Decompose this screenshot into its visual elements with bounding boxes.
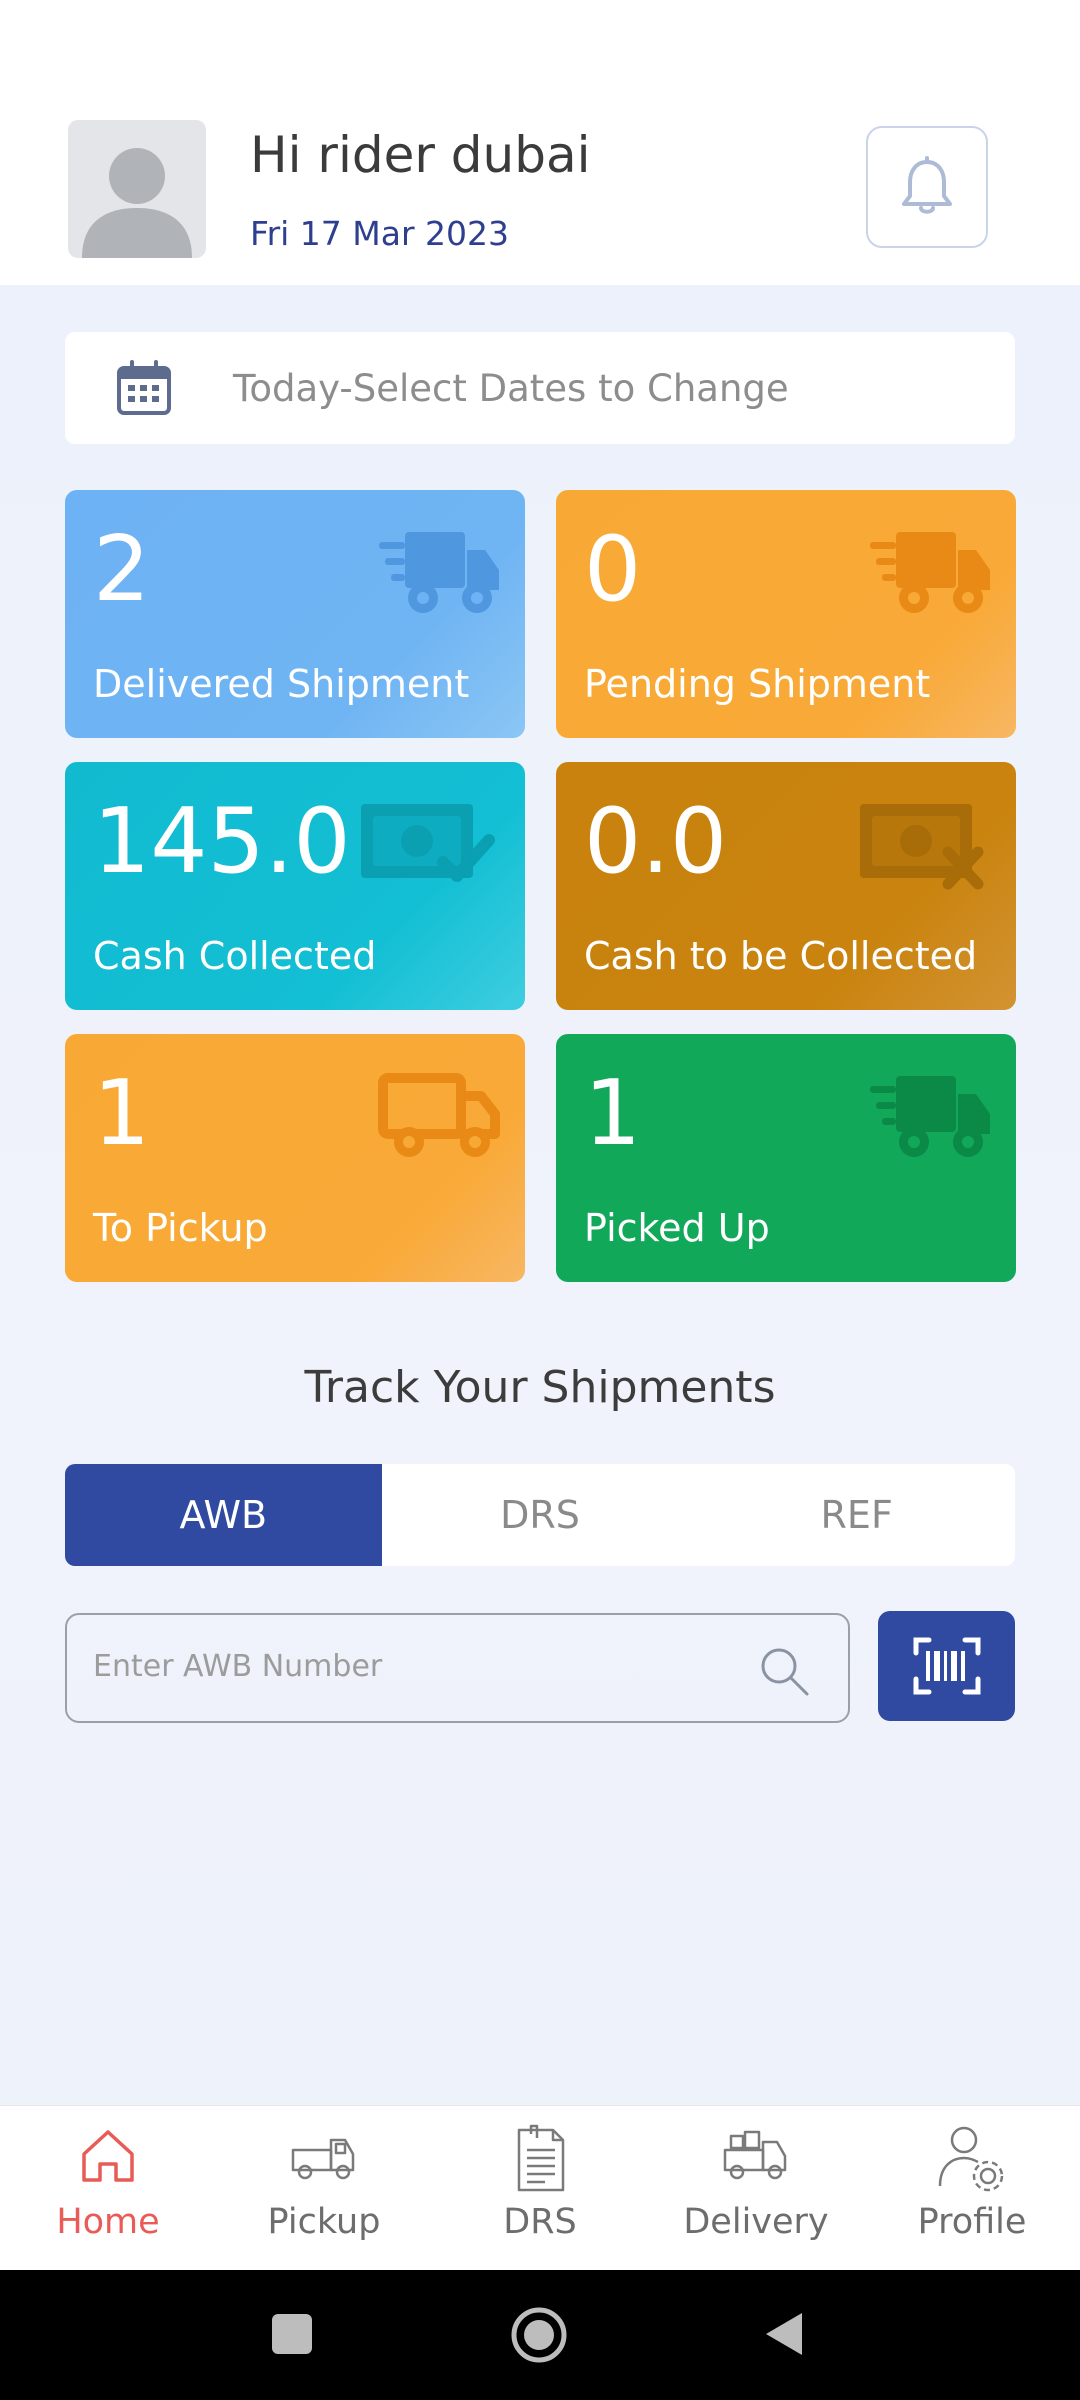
cash-pending-value: 0.0: [584, 789, 728, 894]
back-icon[interactable]: [762, 2310, 806, 2358]
cash-pending-label: Cash to be Collected: [584, 934, 978, 978]
fast-truck-icon: [870, 532, 990, 613]
greeting: Hi rider dubai: [250, 126, 591, 184]
notifications-button[interactable]: [866, 126, 988, 248]
awb-search-placeholder: Enter AWB Number: [93, 1649, 383, 1684]
bell-icon: [902, 156, 952, 214]
nav-pickup[interactable]: Pickup: [216, 2106, 432, 2271]
delivered-count: 2: [93, 517, 151, 622]
nav-delivery[interactable]: Delivery: [648, 2106, 864, 2271]
money-cross-icon: [860, 804, 984, 890]
picked-up-card[interactable]: 1 Picked Up: [556, 1034, 1016, 1282]
profile-gear-icon: [938, 2126, 1004, 2192]
bottom-nav: Home Pickup DRS Delivery Profile: [0, 2105, 1080, 2271]
barcode-scan-icon: [913, 1637, 980, 1695]
nav-home-label: Home: [56, 2202, 160, 2242]
date-filter[interactable]: Today-Select Dates to Change: [65, 332, 1015, 444]
cash-collected-label: Cash Collected: [93, 934, 377, 978]
tab-ref[interactable]: REF: [698, 1464, 1015, 1566]
home-circle-icon[interactable]: [510, 2306, 568, 2364]
system-nav-bar: [0, 2270, 1080, 2400]
search-icon[interactable]: [758, 1645, 810, 1697]
pending-shipment-card[interactable]: 0 Pending Shipment: [556, 490, 1016, 738]
nav-delivery-label: Delivery: [683, 2202, 829, 2242]
nav-home[interactable]: Home: [0, 2106, 216, 2271]
picked-up-label: Picked Up: [584, 1206, 770, 1250]
date-filter-label: Today-Select Dates to Change: [233, 366, 789, 410]
fast-truck-icon: [379, 532, 499, 613]
cash-collected-value: 145.0: [93, 789, 351, 894]
track-section-title: Track Your Shipments: [304, 1362, 776, 1413]
to-pickup-label: To Pickup: [93, 1206, 268, 1250]
delivered-shipment-card[interactable]: 2 Delivered Shipment: [65, 490, 525, 738]
delivery-truck-icon: [723, 2130, 787, 2180]
home-icon: [82, 2130, 134, 2182]
recents-icon[interactable]: [270, 2312, 314, 2356]
nav-profile[interactable]: Profile: [864, 2106, 1080, 2271]
picked-up-count: 1: [584, 1061, 642, 1166]
pending-label: Pending Shipment: [584, 662, 931, 706]
nav-profile-label: Profile: [917, 2202, 1027, 2242]
document-icon: [517, 2124, 565, 2192]
pickup-truck-icon: [291, 2138, 355, 2180]
pending-count: 0: [584, 517, 642, 622]
cash-collected-card[interactable]: 145.0 Cash Collected: [65, 762, 525, 1010]
avatar[interactable]: [68, 120, 206, 258]
nav-pickup-label: Pickup: [267, 2202, 381, 2242]
nav-drs[interactable]: DRS: [432, 2106, 648, 2271]
avatar-placeholder-icon: [82, 148, 192, 258]
track-tabs: AWB DRS REF: [65, 1464, 1015, 1566]
tab-drs[interactable]: DRS: [382, 1464, 699, 1566]
delivered-label: Delivered Shipment: [93, 662, 470, 706]
nav-drs-label: DRS: [503, 2202, 577, 2242]
current-date: Fri 17 Mar 2023: [250, 214, 510, 253]
cash-to-be-collected-card[interactable]: 0.0 Cash to be Collected: [556, 762, 1016, 1010]
awb-search-input[interactable]: Enter AWB Number: [65, 1613, 850, 1723]
calendar-icon: [117, 360, 171, 415]
money-check-icon: [361, 804, 495, 882]
fast-truck-icon: [870, 1076, 990, 1157]
truck-icon: [378, 1073, 500, 1157]
barcode-scan-button[interactable]: [878, 1611, 1015, 1721]
to-pickup-card[interactable]: 1 To Pickup: [65, 1034, 525, 1282]
tab-awb[interactable]: AWB: [65, 1464, 382, 1566]
to-pickup-count: 1: [93, 1061, 151, 1166]
